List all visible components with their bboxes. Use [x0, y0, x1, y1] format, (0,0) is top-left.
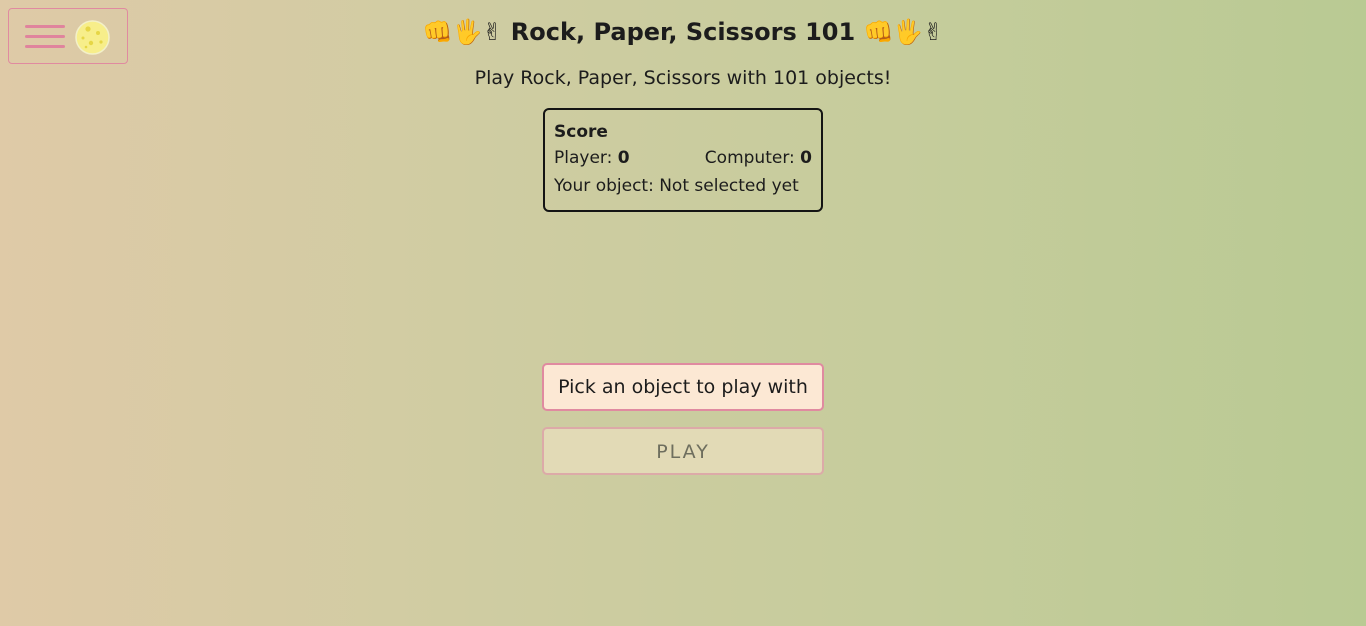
- player-score-value: 0: [617, 148, 630, 168]
- player-score-label: Player:: [554, 148, 613, 168]
- player-score: Player: 0: [554, 144, 630, 172]
- play-button[interactable]: PLAY: [542, 427, 824, 475]
- selected-object-label: Your object:: [554, 176, 654, 196]
- computer-score-label: Computer:: [704, 148, 795, 168]
- score-row: Player: 0 Computer: 0: [554, 144, 812, 172]
- computer-score-value: 0: [800, 148, 812, 168]
- selected-object-row: Your object: Not selected yet: [554, 172, 812, 200]
- page-subtitle: Play Rock, Paper, Scissors with 101 obje…: [474, 67, 892, 89]
- computer-score: Computer: 0: [705, 144, 812, 172]
- score-panel: Score Player: 0 Computer: 0 Your object:…: [543, 108, 823, 212]
- score-title: Score: [554, 122, 608, 142]
- selected-object-value: Not selected yet: [659, 176, 799, 196]
- page-title: 👊🖐✌ Rock, Paper, Scissors 101 👊🖐✌: [422, 18, 944, 46]
- object-picker-button[interactable]: Pick an object to play with: [542, 363, 824, 411]
